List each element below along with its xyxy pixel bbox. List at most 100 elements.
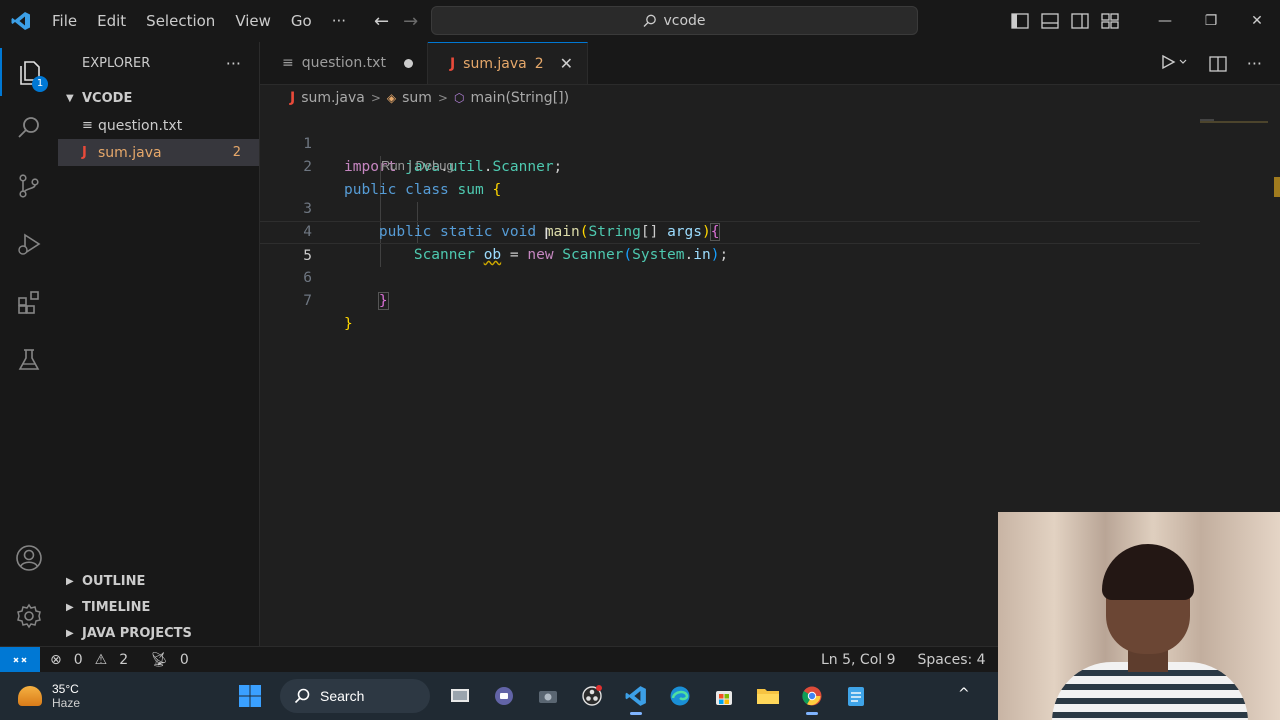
tab-problem-count: 2 xyxy=(534,55,544,72)
search-activity-button[interactable] xyxy=(0,104,58,152)
ports-icon: 📡︎ xyxy=(150,651,168,668)
folder-icon xyxy=(757,689,779,704)
explorer-more-button[interactable]: ··· xyxy=(226,54,241,73)
unsaved-dot-icon[interactable] xyxy=(403,58,413,68)
file-explorer-app-button[interactable] xyxy=(754,682,782,710)
menu-file[interactable]: File xyxy=(42,0,87,42)
menu-bar: File Edit Selection View Go ··· xyxy=(42,0,356,42)
teams-chat-button[interactable] xyxy=(490,682,518,710)
code-line-1[interactable]: 1 import java.util.Scanner; xyxy=(260,110,1200,175)
tab-sum-java[interactable]: J sum.java 2 ✕ xyxy=(427,42,589,84)
run-debug-icon xyxy=(18,233,41,255)
timeline-section-header[interactable]: ▶ TIMELINE xyxy=(58,594,259,620)
outline-section-header[interactable]: ▶ OUTLINE xyxy=(58,568,259,594)
warning-icon: ⚠ xyxy=(94,651,108,668)
status-problems[interactable]: ⊗ 0 ⚠ 2 📡︎ 0 xyxy=(50,652,189,668)
close-icon[interactable]: ✕ xyxy=(560,54,573,73)
text-file-icon: ≡ xyxy=(82,118,93,133)
file-item-sum-java[interactable]: J sum.java 2 xyxy=(58,139,259,166)
ports-count: 0 xyxy=(179,651,189,668)
tab-label: sum.java xyxy=(463,55,527,72)
vscode-app-button[interactable] xyxy=(622,682,650,715)
split-editor-icon[interactable] xyxy=(1209,55,1227,72)
close-window-button[interactable]: ✕ xyxy=(1234,13,1280,29)
toggle-panel-icon[interactable] xyxy=(1040,12,1060,30)
navigation-arrows: ← → xyxy=(374,11,418,32)
tab-label: question.txt xyxy=(301,55,386,71)
explorer-activity-button[interactable]: 1 xyxy=(0,48,58,96)
editor-actions: ··· xyxy=(1161,42,1262,85)
tray-overflow-icon[interactable]: ^ xyxy=(958,686,970,702)
minimap[interactable] xyxy=(1198,110,1268,123)
status-right: Ln 5, Col 9 Spaces: 4 UT xyxy=(821,652,1026,668)
menu-edit[interactable]: Edit xyxy=(87,0,136,42)
accounts-button[interactable] xyxy=(0,534,58,582)
edge-app-button[interactable] xyxy=(666,682,694,710)
code-line-3[interactable]: 3 public static void main(String[] args)… xyxy=(260,175,1200,241)
store-app-button[interactable] xyxy=(710,682,738,710)
window-controls: — ❐ ✕ xyxy=(1142,13,1280,29)
obs-icon xyxy=(582,685,602,706)
windows-start-button[interactable] xyxy=(236,682,264,710)
more-actions-button[interactable]: ··· xyxy=(1247,54,1262,73)
codelens-label[interactable]: Run | Debug xyxy=(381,156,454,175)
java-projects-label: JAVA PROJECTS xyxy=(82,625,192,641)
command-center-search[interactable]: vcode xyxy=(431,6,918,35)
codelens-run-debug[interactable]: Run | Debug xyxy=(260,156,1200,175)
customize-layout-icon[interactable] xyxy=(1100,12,1120,30)
task-view-button[interactable] xyxy=(446,682,474,710)
title-bar: File Edit Selection View Go ··· ← → vcod… xyxy=(0,0,1280,42)
manage-button[interactable] xyxy=(0,592,58,640)
weather-widget[interactable]: 35°C Haze xyxy=(18,682,80,710)
command-center-label: vcode xyxy=(663,12,706,29)
tab-question-txt[interactable]: ≡ question.txt xyxy=(260,42,428,84)
webcam-overlay xyxy=(998,512,1280,720)
taskbar-search[interactable]: Search xyxy=(280,679,430,713)
code-line-2[interactable]: 2 public class sum { xyxy=(260,133,1200,198)
code-line-4[interactable]: 4 Scanner ob = new Scanner(System.in); xyxy=(260,198,1200,263)
remote-window-button[interactable] xyxy=(0,646,40,673)
cursor-position[interactable]: Ln 5, Col 9 xyxy=(821,652,896,668)
testing-activity-button[interactable] xyxy=(0,336,58,384)
account-icon xyxy=(16,545,42,571)
forward-arrow-icon[interactable]: → xyxy=(403,11,418,32)
toggle-primary-sidebar-icon[interactable] xyxy=(1010,12,1030,30)
indentation[interactable]: Spaces: 4 xyxy=(918,652,986,668)
obs-app-button[interactable] xyxy=(578,682,606,710)
menu-go[interactable]: Go xyxy=(281,0,322,42)
restore-button[interactable]: ❐ xyxy=(1188,13,1234,29)
scrollbar-warning-marker[interactable] xyxy=(1274,177,1280,197)
chevron-right-icon: > xyxy=(437,90,448,105)
code-line-7[interactable]: 7 } xyxy=(260,267,1200,332)
toggle-secondary-sidebar-icon[interactable] xyxy=(1070,12,1090,30)
code-line-5[interactable]: 5 I xyxy=(260,221,1200,264)
camera-app-button[interactable] xyxy=(534,682,562,710)
menu-selection[interactable]: Selection xyxy=(136,0,225,42)
folder-vcode-header[interactable]: ▼ VCODE xyxy=(58,84,259,112)
explorer-sidebar: EXPLORER ··· ▼ VCODE ≡ question.txt J su… xyxy=(58,42,260,646)
extensions-activity-button[interactable] xyxy=(0,278,58,326)
remote-icon xyxy=(13,656,27,663)
chrome-app-button[interactable] xyxy=(798,682,826,715)
menu-view[interactable]: View xyxy=(225,0,281,42)
breadcrumb-method[interactable]: main(String[]) xyxy=(470,90,569,106)
code-line-6[interactable]: 6 } xyxy=(260,244,1200,310)
run-java-button[interactable] xyxy=(1161,54,1189,74)
menu-more-button[interactable]: ··· xyxy=(322,0,356,42)
editor-tabs: ≡ question.txt J sum.java 2 ✕ ··· xyxy=(260,42,1280,85)
code-editor[interactable]: 1 import java.util.Scanner; 2 public cla… xyxy=(260,110,1200,332)
breadcrumb-class[interactable]: sum xyxy=(402,90,432,106)
file-item-question-txt[interactable]: ≡ question.txt xyxy=(58,112,259,139)
source-control-activity-button[interactable] xyxy=(0,162,58,210)
play-icon xyxy=(1162,54,1187,69)
warning-count: 2 xyxy=(119,651,129,668)
java-file-icon: J xyxy=(82,145,87,160)
run-debug-activity-button[interactable] xyxy=(0,220,58,268)
search-label: Search xyxy=(320,688,365,704)
back-arrow-icon[interactable]: ← xyxy=(374,11,389,32)
java-projects-section-header[interactable]: ▶ JAVA PROJECTS xyxy=(58,620,259,646)
breadcrumb-file[interactable]: sum.java xyxy=(301,90,365,106)
minimize-button[interactable]: — xyxy=(1142,13,1188,29)
presenter-hair xyxy=(1102,544,1194,600)
notepad-app-button[interactable] xyxy=(842,682,870,710)
